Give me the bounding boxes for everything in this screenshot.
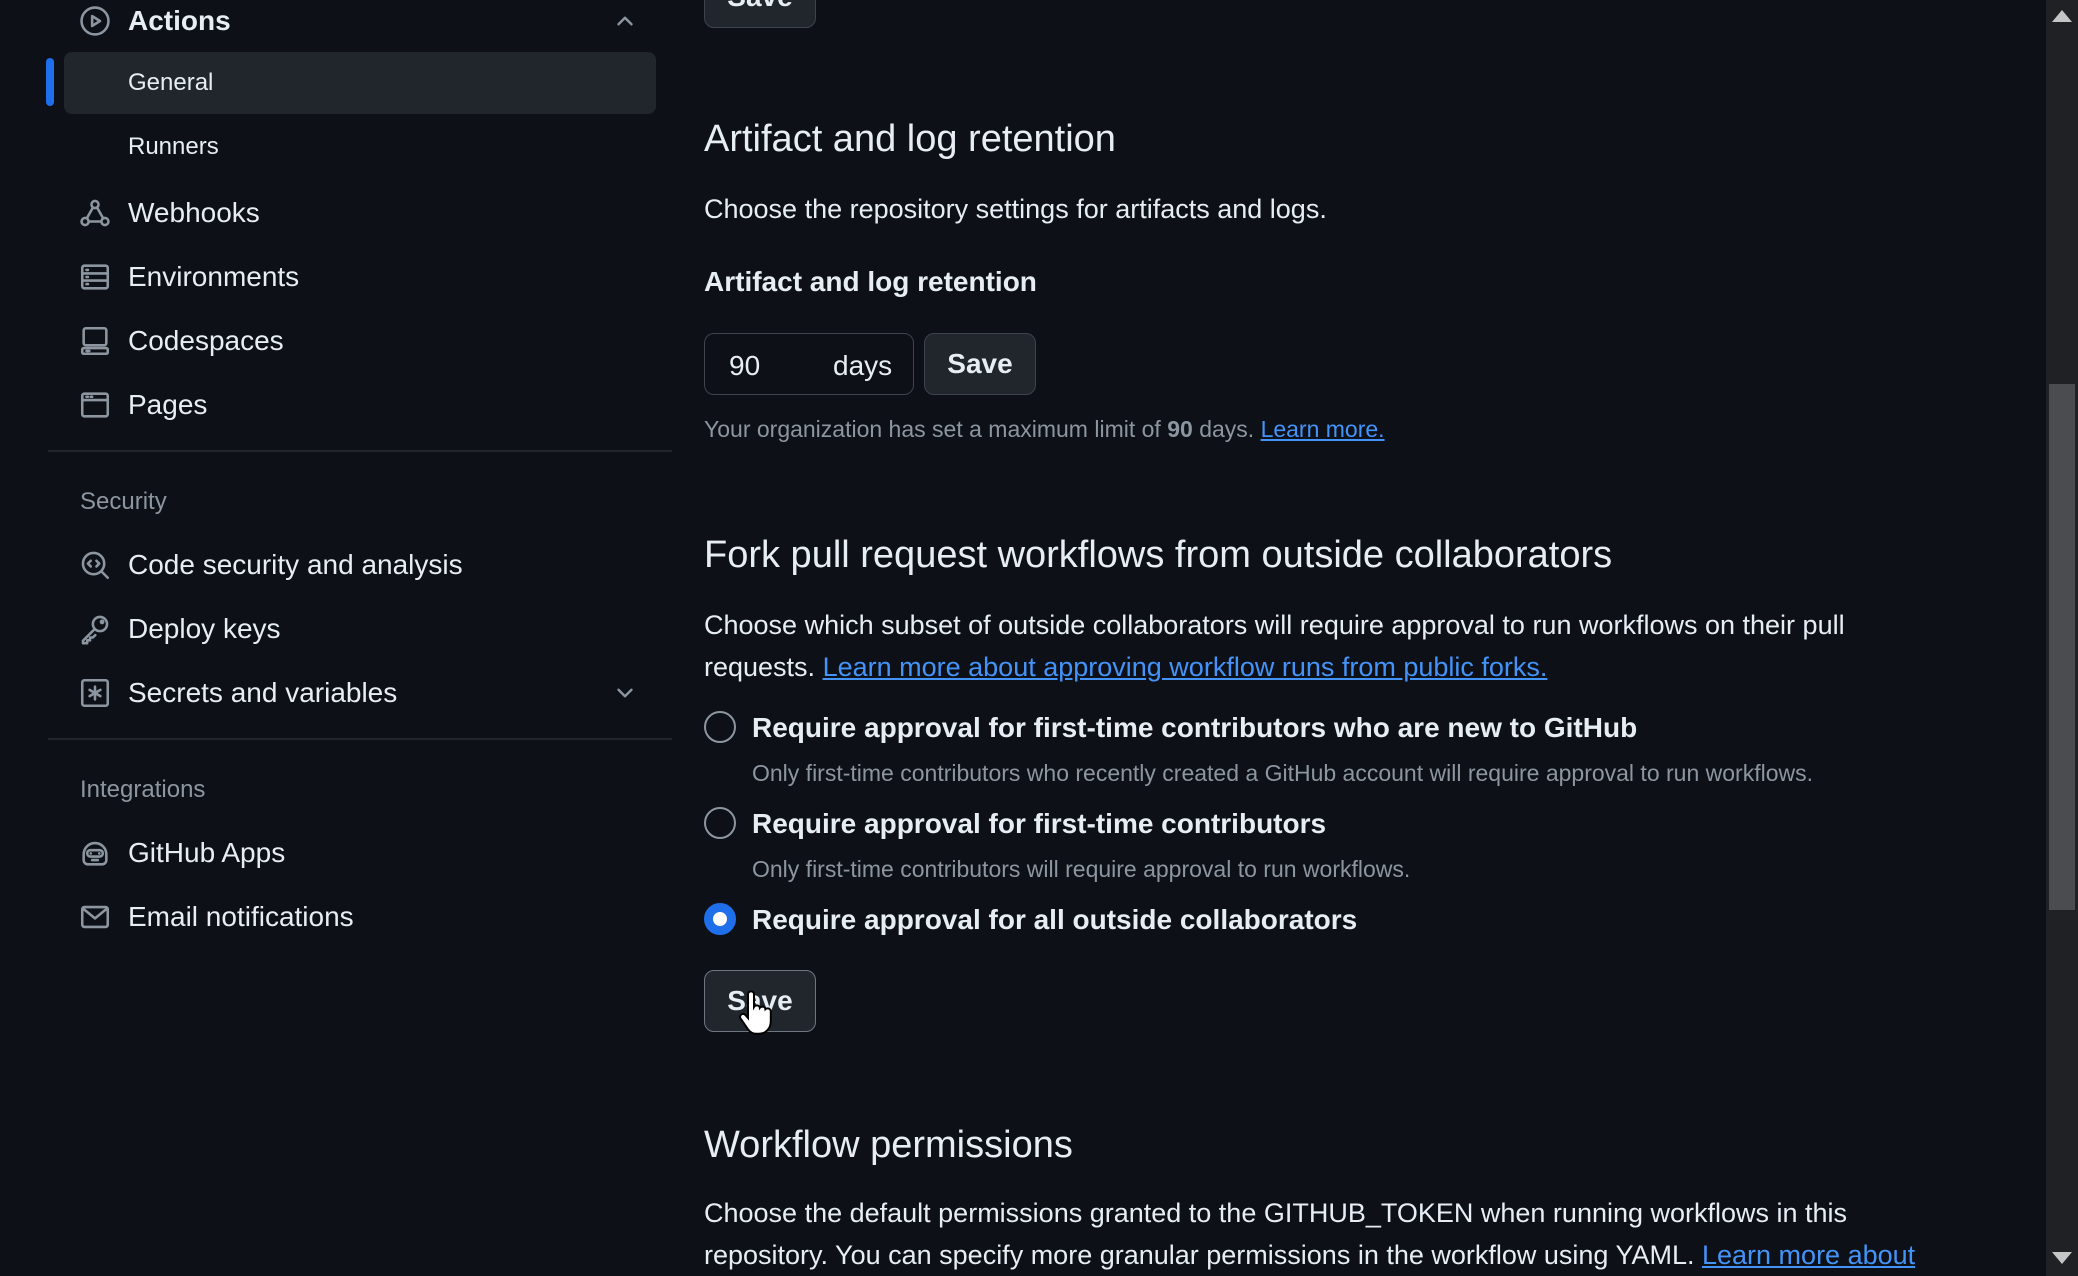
retention-note-unit: days. [1199, 416, 1255, 442]
scroll-up-arrow-icon[interactable] [2052, 10, 2072, 22]
radio-description: Only first-time contributors who recentl… [752, 760, 1813, 786]
radio-all-outside-collaborators[interactable] [704, 903, 736, 935]
sidebar-item-label: Pages [128, 389, 208, 420]
workflow-permissions-line2: repository. You can specify more granula… [704, 1240, 1695, 1270]
sidebar-item-webhooks[interactable]: Webhooks [64, 182, 656, 244]
section-description: Choose the default permissions granted t… [704, 1192, 1915, 1276]
radio-label[interactable]: Require approval for first-time contribu… [752, 808, 1326, 840]
retention-note-value: 90 [1167, 416, 1193, 442]
section-description: Choose which subset of outside collabora… [704, 604, 1845, 688]
sidebar-item-github-apps[interactable]: GitHub Apps [64, 822, 656, 884]
sidebar-item-label: General [128, 69, 214, 96]
sidebar-item-pages[interactable]: Pages [64, 374, 656, 436]
selected-indicator [46, 58, 54, 106]
sidebar-item-label: Code security and analysis [128, 549, 463, 580]
sidebar-item-label: Environments [128, 261, 300, 292]
sidebar-item-codespaces[interactable]: Codespaces [64, 310, 656, 372]
retention-field-label: Artifact and log retention [704, 266, 1037, 297]
retention-days-unit: days [833, 350, 893, 381]
retention-days-input[interactable]: 90 days [704, 333, 914, 395]
codescan-icon [78, 548, 112, 582]
radio-label[interactable]: Require approval for first-time contribu… [752, 712, 1637, 744]
mail-icon [78, 900, 112, 934]
webhook-icon [78, 196, 112, 230]
section-title-artifact-retention: Artifact and log retention [704, 118, 1116, 160]
sidebar-item-code-security[interactable]: Code security and analysis [64, 534, 656, 596]
sidebar-divider [48, 450, 672, 452]
sidebar-item-secrets-and-variables[interactable]: Secrets and variables [64, 662, 656, 724]
hand-cursor-icon [739, 990, 772, 1035]
sidebar-item-label: Webhooks [128, 197, 260, 228]
sidebar-group-heading-integrations: Integrations [80, 776, 206, 803]
fork-description-line1: Choose which subset of outside collabora… [704, 610, 1845, 640]
radio-new-to-github[interactable] [704, 711, 736, 743]
sidebar-item-email-notifications[interactable]: Email notifications [64, 886, 656, 948]
scrollbar-thumb[interactable] [2049, 384, 2075, 910]
section-title-fork-pr-workflows: Fork pull request workflows from outside… [704, 534, 1613, 576]
fork-description-line2: requests. [704, 652, 816, 682]
chevron-down-icon[interactable] [612, 680, 638, 706]
section-title-workflow-permissions: Workflow permissions [704, 1124, 1073, 1166]
sidebar-item-label: Email notifications [128, 901, 354, 932]
server-icon [78, 260, 112, 294]
key-icon [78, 612, 112, 646]
sidebar-item-label: Secrets and variables [128, 677, 398, 708]
sidebar-item-label: GitHub Apps [128, 837, 286, 868]
play-circle-icon [78, 4, 112, 38]
radio-first-time-contributors[interactable] [704, 807, 736, 839]
browser-icon [78, 388, 112, 422]
sidebar-item-environments[interactable]: Environments [64, 246, 656, 308]
codespaces-icon [78, 324, 112, 358]
sidebar-group-heading-security: Security [80, 488, 167, 515]
learn-more-link[interactable]: Learn more about [1702, 1240, 1915, 1270]
sidebar-divider [48, 738, 672, 740]
sidebar-item-label: Deploy keys [128, 613, 281, 644]
sidebar-item-general[interactable]: General [64, 52, 656, 114]
key-asterisk-icon [78, 676, 112, 710]
scroll-down-arrow-icon[interactable] [2052, 1252, 2072, 1264]
hubot-icon [78, 836, 112, 870]
save-button-retention[interactable]: Save [924, 333, 1036, 395]
sidebar-item-actions[interactable]: Actions [64, 0, 656, 52]
sidebar-item-label: Codespaces [128, 325, 284, 356]
retention-note: Your organization has set a maximum limi… [704, 416, 1385, 443]
radio-description: Only first-time contributors will requir… [752, 856, 1411, 882]
workflow-permissions-line1: Choose the default permissions granted t… [704, 1198, 1848, 1228]
sidebar-item-runners[interactable]: Runners [64, 116, 656, 178]
retention-days-value: 90 [729, 350, 761, 381]
radio-label[interactable]: Require approval for all outside collabo… [752, 904, 1357, 936]
sidebar-item-label: Runners [128, 133, 219, 160]
save-button-previous-section[interactable]: Save [704, 0, 816, 28]
section-description: Choose the repository settings for artif… [704, 194, 1327, 224]
sidebar-item-deploy-keys[interactable]: Deploy keys [64, 598, 656, 660]
approving-workflow-runs-link[interactable]: Learn more about approving workflow runs… [823, 652, 1548, 682]
chevron-up-icon[interactable] [612, 8, 638, 34]
sidebar-item-label: Actions [128, 5, 231, 36]
learn-more-link[interactable]: Learn more. [1261, 416, 1385, 442]
retention-note-text: Your organization has set a maximum limi… [704, 416, 1161, 442]
